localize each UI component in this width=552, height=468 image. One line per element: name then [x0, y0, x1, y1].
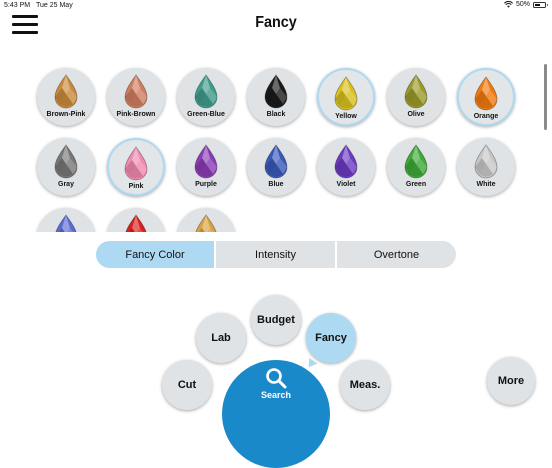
- more-label: More: [497, 375, 525, 387]
- tab-overtone[interactable]: Overtone: [337, 241, 456, 268]
- diamond-icon: [194, 74, 218, 109]
- gem-color-item[interactable]: Violet: [317, 138, 375, 196]
- diamond-icon: [404, 144, 428, 179]
- gem-color-label: Pink-Brown: [116, 111, 156, 118]
- gem-color-label: Blue: [268, 181, 284, 188]
- battery-icon: [533, 1, 548, 8]
- diamond-icon: [404, 74, 428, 109]
- budget-button[interactable]: Budget: [251, 295, 301, 345]
- gem-color-label: Violet: [336, 181, 356, 188]
- status-date: Tue 25 May: [36, 2, 73, 9]
- diamond-icon: [55, 214, 77, 232]
- diamond-icon: [334, 76, 358, 111]
- tab-intensity-label: Intensity: [255, 248, 296, 261]
- gem-color-label: White: [476, 181, 496, 188]
- diamond-icon: [194, 144, 218, 179]
- gem-color-item[interactable]: Yellow: [317, 68, 375, 126]
- diamond-icon: [124, 74, 148, 109]
- gem-color-label: Green: [405, 181, 427, 188]
- diamond-icon: [264, 74, 288, 109]
- gem-color-item[interactable]: Purple: [177, 138, 235, 196]
- wifi-icon: [503, 1, 513, 8]
- tab-intensity[interactable]: Intensity: [216, 241, 335, 268]
- gem-color-label: Olive: [407, 111, 425, 118]
- search-button[interactable]: Search: [222, 360, 330, 468]
- diamond-icon: [264, 144, 288, 179]
- diamond-icon: [54, 144, 78, 179]
- gem-color-item[interactable]: Pink: [107, 138, 165, 196]
- gem-color-item[interactable]: [107, 208, 165, 232]
- gem-color-label: Orange: [473, 113, 499, 120]
- status-bar: 5:43 PM Tue 25 May 50%: [0, 0, 552, 12]
- lab-button[interactable]: Lab: [196, 313, 246, 363]
- page-title: Fancy: [255, 14, 297, 31]
- diamond-icon: [54, 74, 78, 109]
- gem-color-item[interactable]: Pink-Brown: [107, 68, 165, 126]
- diamond-icon: [195, 214, 217, 232]
- scrollbar[interactable]: [544, 64, 547, 130]
- gem-color-label: Purple: [195, 181, 217, 188]
- gem-color-item[interactable]: Gray: [37, 138, 95, 196]
- diamond-icon: [124, 146, 148, 181]
- gem-color-label: Pink: [128, 183, 144, 190]
- gem-color-item[interactable]: White: [457, 138, 515, 196]
- cut-button[interactable]: Cut: [162, 360, 212, 410]
- gem-color-label: Yellow: [335, 113, 357, 120]
- search-label: Search: [260, 390, 292, 400]
- tab-fancy-color-label: Fancy Color: [125, 248, 185, 261]
- more-button[interactable]: More: [487, 357, 535, 405]
- diamond-icon: [474, 76, 498, 111]
- battery-percent: 50%: [515, 1, 530, 8]
- gem-color-item[interactable]: Olive: [387, 68, 445, 126]
- color-grid[interactable]: Brown-Pink Pink-Brown Green-Blue Black Yello…: [0, 62, 552, 232]
- diamond-icon: [334, 144, 358, 179]
- gem-color-item[interactable]: Blue: [247, 138, 305, 196]
- meas-button[interactable]: Meas.: [340, 360, 390, 410]
- fancy-label: Fancy: [315, 332, 347, 344]
- gem-color-item[interactable]: Green-Blue: [177, 68, 235, 126]
- fancy-button[interactable]: Fancy: [306, 313, 356, 363]
- diamond-icon: [474, 144, 498, 179]
- gem-color-item[interactable]: Orange: [457, 68, 515, 126]
- search-icon: [266, 368, 287, 389]
- gem-color-label: Green-Blue: [187, 111, 225, 118]
- tab-overtone-label: Overtone: [373, 248, 420, 261]
- gem-color-label: Gray: [58, 181, 74, 188]
- status-right: 50%: [503, 1, 548, 8]
- gem-color-item[interactable]: [37, 208, 95, 232]
- diamond-icon: [125, 214, 147, 232]
- budget-label: Budget: [257, 314, 295, 326]
- gem-color-label: Brown-Pink: [46, 111, 86, 118]
- meas-label: Meas.: [349, 379, 381, 391]
- gem-color-item[interactable]: [177, 208, 235, 232]
- lab-label: Lab: [211, 332, 231, 344]
- gem-color-item[interactable]: Brown-Pink: [37, 68, 95, 126]
- pointer-indicator: [304, 357, 318, 371]
- gem-color-item[interactable]: Black: [247, 68, 305, 126]
- cut-label: Cut: [177, 379, 197, 391]
- gem-color-item[interactable]: Green: [387, 138, 445, 196]
- gem-color-label: Black: [266, 111, 286, 118]
- tab-fancy-color[interactable]: Fancy Color: [96, 241, 214, 268]
- status-time: 5:43 PM: [4, 2, 31, 9]
